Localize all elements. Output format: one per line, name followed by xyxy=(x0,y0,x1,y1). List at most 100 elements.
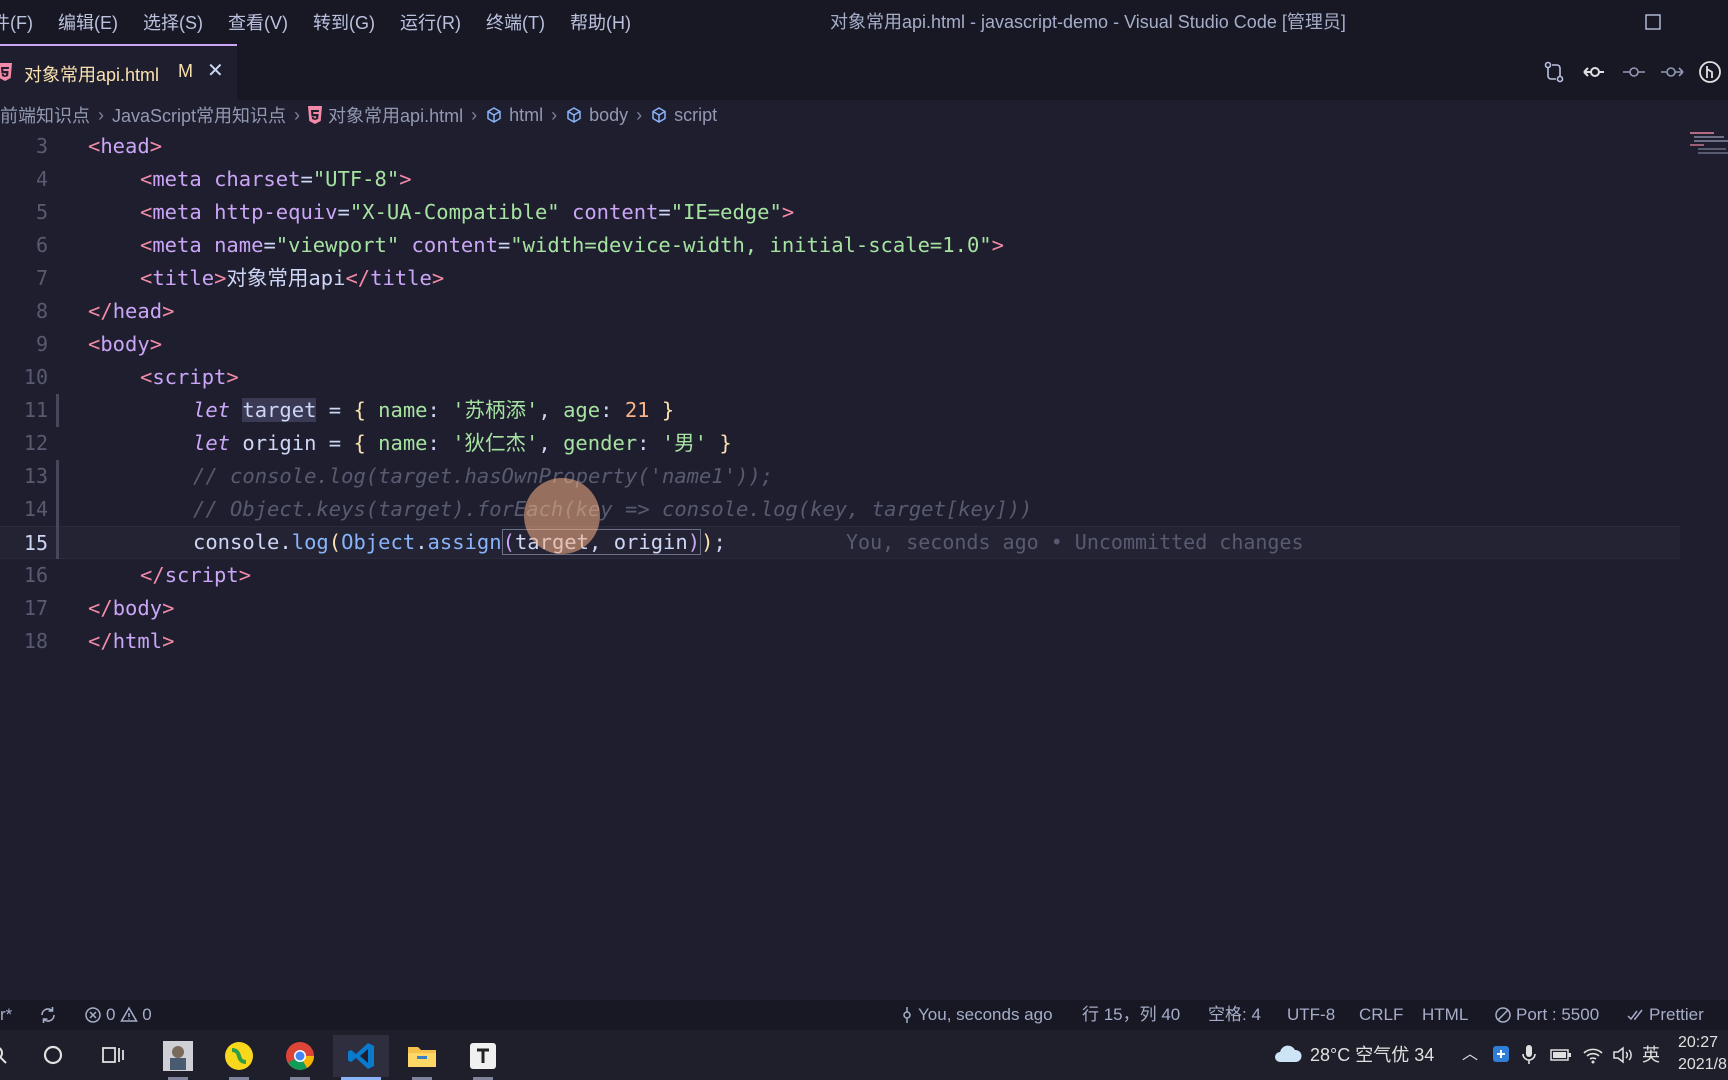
symbol-element-icon xyxy=(487,107,501,123)
weather-widget[interactable]: 28°C 空气优 34 xyxy=(1310,1030,1434,1080)
code-text: <script> xyxy=(140,365,239,389)
code-text: </html> xyxy=(88,629,175,653)
code-text: let origin = { name: '狄仁杰', gender: '男' … xyxy=(193,431,732,455)
breadcrumb-item-html[interactable]: html xyxy=(485,105,543,126)
line-number: 17 xyxy=(23,596,48,620)
tray-app-icon[interactable] xyxy=(1492,1045,1510,1063)
code-line: 3 <head> xyxy=(0,130,1680,163)
code-line: 13 // console.log(target.hasOwnProperty(… xyxy=(0,460,1680,493)
git-lens-icon[interactable] xyxy=(1698,60,1722,84)
git-change-marker[interactable] xyxy=(56,394,59,427)
code-comment: // console.log(target.hasOwnProperty('na… xyxy=(193,464,774,488)
inline-blame: You, seconds ago • Uncommitted changes xyxy=(846,530,1304,554)
menu-edit[interactable]: 编辑(E) xyxy=(58,9,118,35)
status-eol[interactable]: CRLF xyxy=(1359,1000,1403,1030)
menu-view[interactable]: 查看(V) xyxy=(228,9,288,35)
git-commit-icon[interactable] xyxy=(1622,60,1646,84)
taskbar-app-explorer[interactable] xyxy=(394,1035,450,1080)
breadcrumb-item-body[interactable]: body xyxy=(565,105,628,126)
input-method-indicator[interactable]: 英 xyxy=(1642,1030,1660,1080)
menu-selection[interactable]: 选择(S) xyxy=(143,9,203,35)
sync-icon[interactable] xyxy=(38,1005,58,1025)
line-number: 12 xyxy=(23,431,48,455)
vscode-icon xyxy=(348,1043,374,1069)
chevron-right-icon: › xyxy=(294,104,301,125)
error-icon xyxy=(85,1007,101,1023)
mouse-cursor-highlight xyxy=(524,478,600,554)
line-number: 7 xyxy=(35,266,48,290)
git-commit-forward-icon[interactable] xyxy=(1660,60,1684,84)
weather-cloud-icon[interactable] xyxy=(1273,1042,1303,1066)
menu-file[interactable]: 件(F) xyxy=(0,9,33,35)
chrome-icon xyxy=(286,1042,314,1070)
code-line: 17 </body> xyxy=(0,592,1680,625)
git-commit-back-icon[interactable] xyxy=(1582,60,1606,84)
line-number: 3 xyxy=(35,134,48,158)
photo-app-icon xyxy=(163,1041,193,1071)
line-number: 5 xyxy=(35,200,48,224)
line-number: 18 xyxy=(23,629,48,653)
status-language[interactable]: HTML xyxy=(1422,1000,1468,1030)
cortana-icon[interactable] xyxy=(42,1044,64,1066)
code-line: 12 let origin = { name: '狄仁杰', gender: '… xyxy=(0,427,1680,460)
line-number: 6 xyxy=(35,233,48,257)
code-line: 5 <meta http-equiv="X-UA-Compatible" con… xyxy=(0,196,1680,229)
tab-active-file[interactable]: 对象常用api.html M ✕ xyxy=(0,44,237,100)
taskbar-app-photo[interactable] xyxy=(150,1035,206,1080)
status-formatter[interactable]: Prettier xyxy=(1627,1000,1704,1030)
line-number: 11 xyxy=(23,398,48,422)
taskbar-app-typora[interactable] xyxy=(455,1035,511,1080)
volume-icon[interactable] xyxy=(1612,1045,1634,1065)
tab-label: 对象常用api.html xyxy=(24,65,160,85)
status-problems[interactable]: 0 0 xyxy=(84,1000,152,1030)
breadcrumb-item-script[interactable]: script xyxy=(650,105,717,126)
chevron-right-icon: › xyxy=(471,104,478,125)
battery-icon[interactable] xyxy=(1550,1047,1572,1063)
close-icon[interactable]: ✕ xyxy=(207,61,224,81)
line-number: 13 xyxy=(23,464,48,488)
status-live-server[interactable]: Port : 5500 xyxy=(1494,1000,1599,1030)
taskbar-app-chrome[interactable] xyxy=(272,1035,328,1080)
line-number: 16 xyxy=(23,563,48,587)
breadcrumb-item-subfolder[interactable]: JavaScript常用知识点 xyxy=(112,102,286,128)
minimap[interactable] xyxy=(1690,130,1728,170)
search-icon[interactable] xyxy=(0,1045,10,1065)
breadcrumb: 前端知识点 › JavaScript常用知识点 › 对象常用api.html ›… xyxy=(0,100,1728,130)
code-editor[interactable]: 3 <head> 4 <meta charset="UTF-8"> 5 <met… xyxy=(0,130,1728,980)
clock[interactable]: 20:27 2021/8 xyxy=(1678,1032,1728,1078)
menu-run[interactable]: 运行(R) xyxy=(400,9,461,35)
taskbar-app-vscode[interactable] xyxy=(333,1035,389,1080)
breadcrumb-item-file[interactable]: 对象常用api.html xyxy=(308,102,463,128)
code-text: <title>对象常用api</title> xyxy=(140,266,445,290)
code-line: 8 </head> xyxy=(0,295,1680,328)
menu-terminal[interactable]: 终端(T) xyxy=(486,9,545,35)
status-blame[interactable]: You, seconds ago xyxy=(900,1000,1053,1030)
git-change-marker[interactable] xyxy=(56,493,59,526)
git-change-marker[interactable] xyxy=(56,526,59,559)
code-line: 9 <body> xyxy=(0,328,1680,361)
status-indentation[interactable]: 空格: 4 xyxy=(1208,1000,1261,1030)
microphone-icon[interactable] xyxy=(1522,1044,1536,1066)
breadcrumb-item-folder[interactable]: 前端知识点 xyxy=(0,102,90,128)
status-branch[interactable]: r* xyxy=(0,1000,12,1030)
menu-go[interactable]: 转到(G) xyxy=(313,9,375,35)
compare-changes-icon[interactable] xyxy=(1542,60,1566,84)
menu-help[interactable]: 帮助(H) xyxy=(570,9,631,35)
chevron-right-icon: › xyxy=(551,104,558,125)
git-change-marker[interactable] xyxy=(56,460,59,493)
chevron-right-icon: › xyxy=(636,104,643,125)
chevron-up-icon[interactable]: ︿ xyxy=(1462,1030,1478,1080)
html5-icon xyxy=(0,63,12,81)
code-text: <meta http-equiv="X-UA-Compatible" conte… xyxy=(140,200,795,224)
maximize-icon[interactable] xyxy=(1645,14,1661,30)
chevron-right-icon: › xyxy=(98,104,104,125)
tab-bar: 对象常用api.html M ✕ xyxy=(0,44,1728,100)
taskbar-app-green[interactable] xyxy=(211,1035,267,1080)
status-encoding[interactable]: UTF-8 xyxy=(1287,1000,1335,1030)
window-title: 对象常用api.html - javascript-demo - Visual … xyxy=(830,12,1346,32)
code-line: 11 let target = { name: '苏柄添', age: 21 } xyxy=(0,394,1680,427)
code-text: <meta name="viewport" content="width=dev… xyxy=(140,233,1004,257)
wifi-icon[interactable] xyxy=(1582,1045,1604,1065)
task-view-icon[interactable] xyxy=(101,1044,125,1066)
status-cursor-position[interactable]: 行 15，列 40 xyxy=(1082,1000,1180,1030)
